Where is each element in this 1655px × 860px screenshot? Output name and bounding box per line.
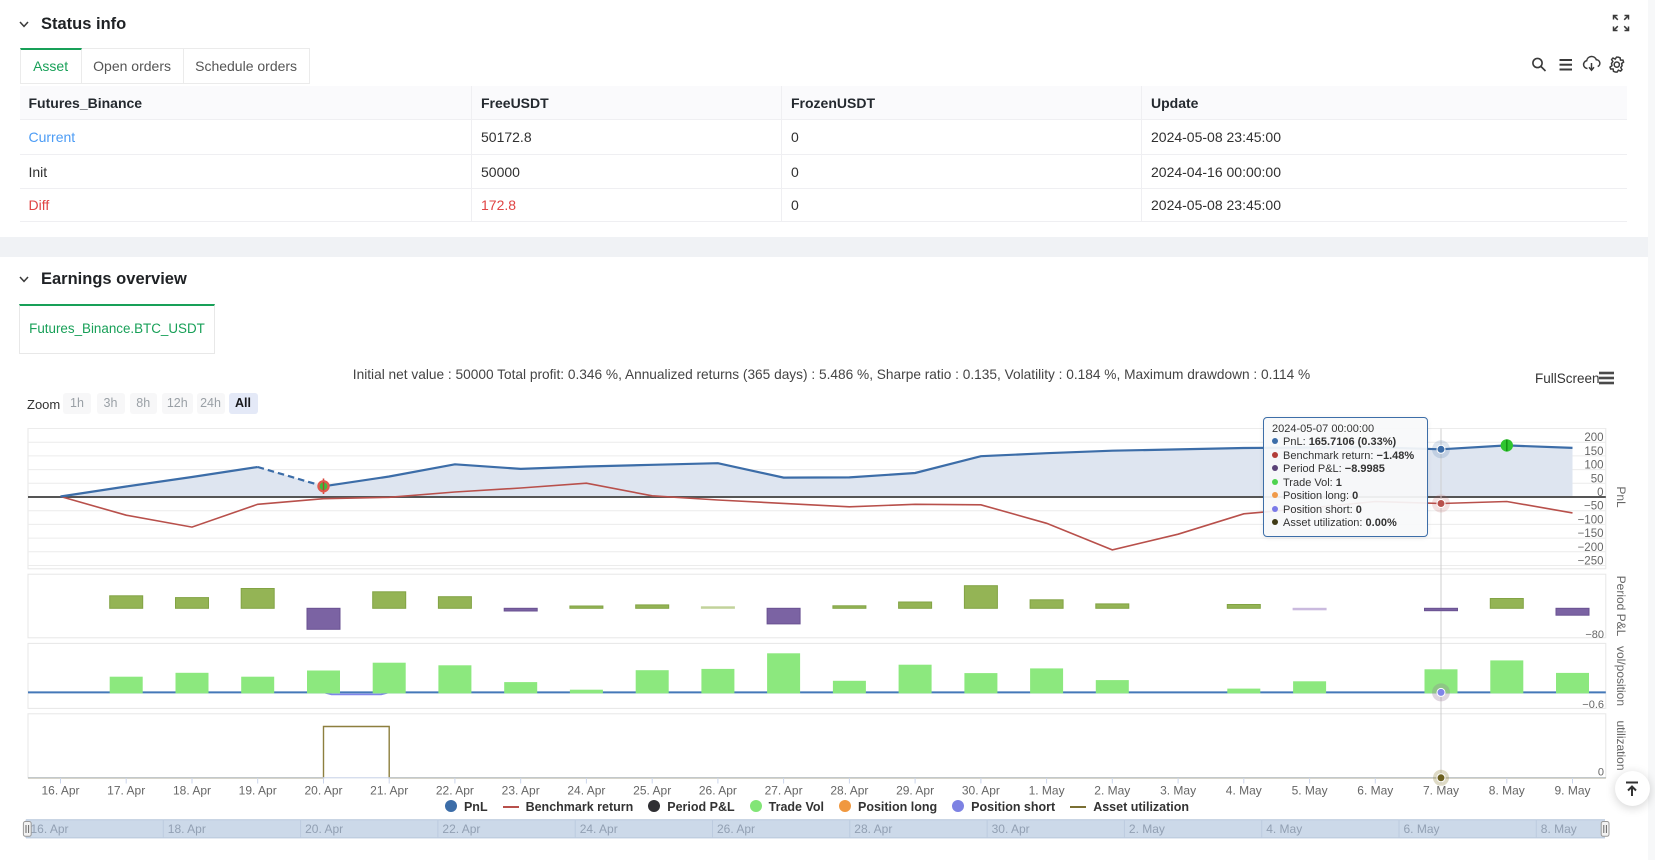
svg-text:18. Apr: 18. Apr — [173, 784, 211, 798]
svg-text:−50: −50 — [1584, 501, 1604, 513]
svg-text:30. Apr: 30. Apr — [962, 784, 1000, 798]
svg-text:21. Apr: 21. Apr — [370, 784, 408, 798]
svg-text:30. Apr: 30. Apr — [992, 822, 1030, 836]
svg-text:200: 200 — [1584, 432, 1603, 444]
svg-text:1. May: 1. May — [1029, 784, 1065, 798]
svg-text:50: 50 — [1591, 473, 1604, 485]
svg-text:16. Apr: 16. Apr — [41, 784, 79, 798]
svg-text:27. Apr: 27. Apr — [765, 784, 803, 798]
svg-text:5. May: 5. May — [1292, 784, 1328, 798]
svg-text:19. Apr: 19. Apr — [239, 784, 277, 798]
svg-text:−250: −250 — [1578, 556, 1604, 568]
svg-text:4. May: 4. May — [1266, 822, 1302, 836]
svg-text:28. Apr: 28. Apr — [830, 784, 868, 798]
svg-text:3. May: 3. May — [1160, 784, 1196, 798]
svg-text:22. Apr: 22. Apr — [436, 784, 474, 798]
svg-text:20. Apr: 20. Apr — [304, 784, 342, 798]
svg-text:17. Apr: 17. Apr — [107, 784, 145, 798]
svg-text:26. Apr: 26. Apr — [699, 784, 737, 798]
svg-text:26. Apr: 26. Apr — [717, 822, 755, 836]
svg-text:18. Apr: 18. Apr — [168, 822, 206, 836]
svg-text:4. May: 4. May — [1226, 784, 1262, 798]
svg-text:20. Apr: 20. Apr — [305, 822, 343, 836]
svg-text:utilization: utilization — [1614, 720, 1628, 770]
svg-text:PnL: PnL — [1614, 486, 1628, 508]
svg-text:150: 150 — [1584, 446, 1603, 458]
svg-text:25. Apr: 25. Apr — [633, 784, 671, 798]
svg-text:23. Apr: 23. Apr — [502, 784, 540, 798]
svg-text:2. May: 2. May — [1094, 784, 1130, 798]
svg-text:16. Apr: 16. Apr — [31, 822, 69, 836]
svg-text:Period P&L: Period P&L — [1614, 576, 1628, 637]
svg-text:24. Apr: 24. Apr — [580, 822, 618, 836]
svg-text:8. May: 8. May — [1489, 784, 1525, 798]
svg-text:−150: −150 — [1578, 528, 1604, 540]
svg-text:−100: −100 — [1578, 514, 1604, 526]
svg-text:6. May: 6. May — [1357, 784, 1393, 798]
svg-text:6. May: 6. May — [1404, 822, 1440, 836]
svg-text:−0.6: −0.6 — [1582, 699, 1604, 711]
svg-text:0: 0 — [1597, 487, 1603, 499]
svg-text:−200: −200 — [1578, 542, 1604, 554]
svg-text:100: 100 — [1584, 460, 1603, 472]
svg-text:0: 0 — [1598, 767, 1604, 779]
svg-text:28. Apr: 28. Apr — [854, 822, 892, 836]
svg-text:22. Apr: 22. Apr — [442, 822, 480, 836]
svg-text:29. Apr: 29. Apr — [896, 784, 934, 798]
svg-text:24. Apr: 24. Apr — [567, 784, 605, 798]
svg-text:2. May: 2. May — [1129, 822, 1165, 836]
svg-text:−80: −80 — [1585, 629, 1604, 641]
svg-text:9. May: 9. May — [1554, 784, 1590, 798]
svg-text:8. May: 8. May — [1541, 822, 1577, 836]
svg-text:vol/position: vol/position — [1614, 646, 1628, 706]
